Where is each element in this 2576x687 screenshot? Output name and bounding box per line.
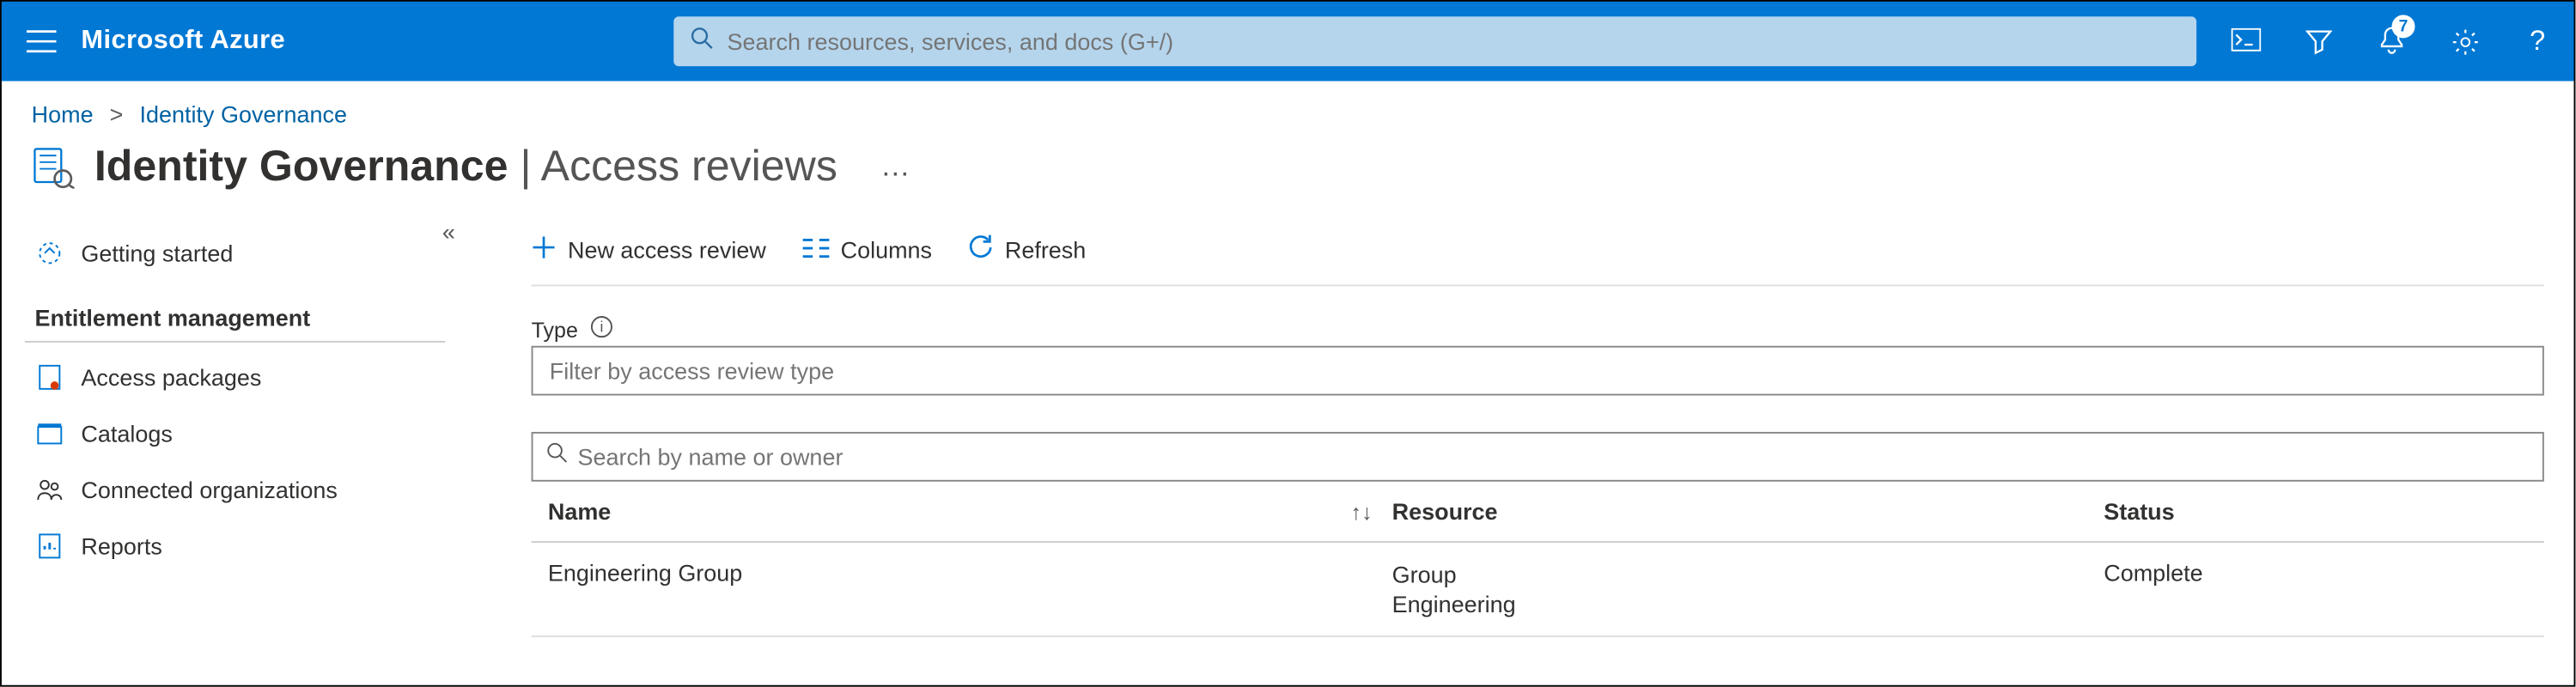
cell-status: Complete xyxy=(2104,559,2544,586)
type-label-text: Type xyxy=(532,317,578,342)
table-row[interactable]: Engineering Group Group Engineering Comp… xyxy=(532,543,2544,638)
sidebar-item-label: Access packages xyxy=(81,364,261,391)
breadcrumb: Home > Identity Governance xyxy=(2,81,2574,134)
name-owner-search-input[interactable] xyxy=(578,443,2530,470)
page-more-button[interactable]: … xyxy=(880,149,910,183)
main-content: New access review Columns Refresh Type xyxy=(465,216,2573,638)
cloud-shell-button[interactable] xyxy=(2210,2,2283,81)
column-header-resource[interactable]: Resource xyxy=(1392,498,2104,525)
sidebar-item-label: Catalogs xyxy=(81,420,172,447)
notification-badge: 7 xyxy=(2392,15,2415,38)
name-owner-search[interactable] xyxy=(532,432,2544,482)
info-icon[interactable]: i xyxy=(591,316,612,343)
page-title-main: Identity Governance xyxy=(94,141,509,191)
global-search-input[interactable] xyxy=(728,28,2181,55)
breadcrumb-home[interactable]: Home xyxy=(32,101,94,128)
people-icon xyxy=(34,478,64,502)
package-icon xyxy=(34,364,64,391)
reports-icon xyxy=(34,532,64,559)
notifications-button[interactable]: 7 xyxy=(2355,2,2428,81)
type-filter-label: Type i xyxy=(532,316,2544,343)
sidebar-item-label: Getting started xyxy=(81,240,233,266)
button-label: New access review xyxy=(568,237,766,264)
catalog-icon xyxy=(34,422,64,445)
directory-filter-button[interactable] xyxy=(2282,2,2355,81)
cloud-shell-icon xyxy=(2232,28,2262,55)
search-icon xyxy=(546,442,568,472)
sidebar-item-access-packages[interactable]: Access packages xyxy=(25,350,445,406)
sidebar-item-reports[interactable]: Reports xyxy=(25,518,445,575)
help-button[interactable]: ? xyxy=(2501,2,2574,81)
type-filter-input[interactable] xyxy=(532,346,2544,396)
topbar-actions: 7 ? xyxy=(2210,2,2574,81)
brand-label[interactable]: Microsoft Azure xyxy=(81,27,351,57)
page-title-sub: Access reviews xyxy=(541,141,837,191)
button-label: Refresh xyxy=(1005,237,1086,264)
search-icon xyxy=(691,26,714,58)
refresh-button[interactable]: Refresh xyxy=(968,235,1086,265)
filter-icon xyxy=(2305,28,2332,55)
identity-governance-icon xyxy=(32,145,75,188)
sidebar-item-connected-organizations[interactable]: Connected organizations xyxy=(25,462,445,519)
page-title-row: Identity Governance | Access reviews … xyxy=(2,134,2574,215)
cell-name: Engineering Group xyxy=(532,559,1392,586)
cell-resource: Group Engineering xyxy=(1392,559,2104,619)
svg-text:i: i xyxy=(600,318,604,335)
gear-icon xyxy=(2451,27,2479,56)
getting-started-icon xyxy=(34,240,64,266)
column-header-label: Name xyxy=(548,498,611,525)
column-header-name[interactable]: Name ↑↓ xyxy=(532,498,1392,525)
plus-icon xyxy=(532,235,557,265)
command-bar: New access review Columns Refresh xyxy=(532,216,2544,287)
grid-header-row: Name ↑↓ Resource Status xyxy=(532,482,2544,543)
hamburger-menu-button[interactable] xyxy=(2,30,81,53)
page-title: Identity Governance | Access reviews xyxy=(94,141,837,192)
page-title-divider: | xyxy=(509,141,541,191)
help-icon: ? xyxy=(2530,25,2545,58)
refresh-icon xyxy=(968,235,993,265)
sidebar-item-label: Reports xyxy=(81,532,161,559)
settings-button[interactable] xyxy=(2428,2,2501,81)
sidebar-group-entitlement: Entitlement management xyxy=(25,282,445,343)
sort-icon[interactable]: ↑↓ xyxy=(1350,499,1372,524)
breadcrumb-separator: > xyxy=(110,101,124,128)
global-search[interactable] xyxy=(674,16,2197,66)
sidebar-item-getting-started[interactable]: Getting started xyxy=(25,225,445,282)
column-header-status[interactable]: Status xyxy=(2104,498,2544,525)
button-label: Columns xyxy=(841,237,932,264)
resource-name: Engineering xyxy=(1392,589,2104,619)
top-nav-bar: Microsoft Azure 7 ? xyxy=(2,2,2574,81)
columns-icon xyxy=(802,237,829,264)
new-access-review-button[interactable]: New access review xyxy=(532,235,766,265)
sidebar-item-catalogs[interactable]: Catalogs xyxy=(25,405,445,462)
sidebar: « Getting started Entitlement management… xyxy=(2,216,466,638)
hamburger-icon xyxy=(27,30,57,53)
sidebar-item-label: Connected organizations xyxy=(81,477,337,503)
collapse-sidebar-button[interactable]: « xyxy=(442,218,455,245)
column-header-label: Status xyxy=(2104,498,2174,525)
resource-type: Group xyxy=(1392,559,2104,589)
columns-button[interactable]: Columns xyxy=(802,237,932,264)
breadcrumb-identity-governance[interactable]: Identity Governance xyxy=(140,101,347,128)
chevron-left-double-icon: « xyxy=(442,218,455,245)
column-header-label: Resource xyxy=(1392,498,1498,525)
